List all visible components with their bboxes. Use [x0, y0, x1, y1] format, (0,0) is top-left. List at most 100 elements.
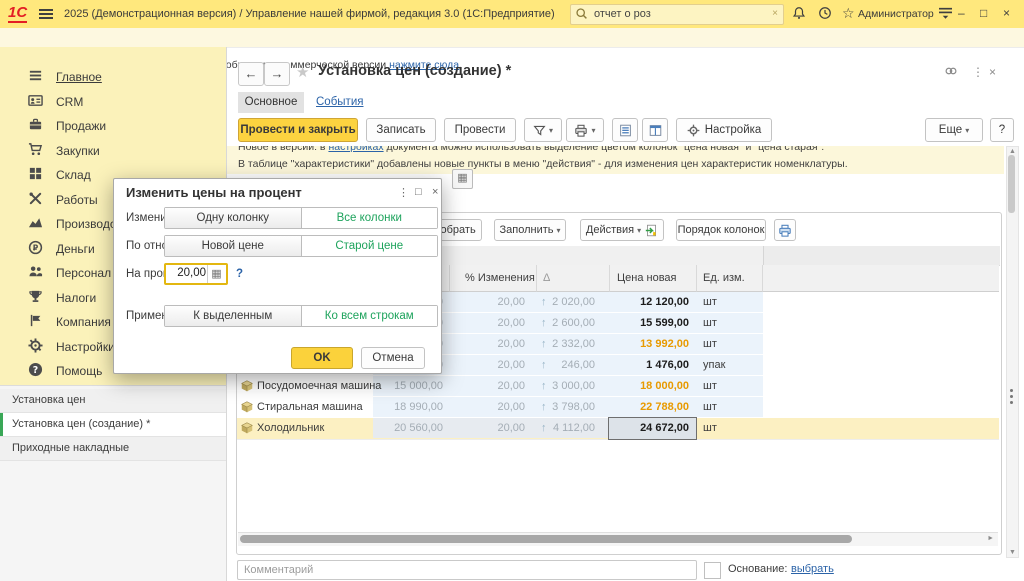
comment-placeholder: Комментарий	[244, 564, 313, 576]
settings-icon	[28, 338, 44, 354]
percent-value: 20,00	[177, 267, 206, 279]
comment-input[interactable]: Комментарий	[237, 560, 697, 580]
cell-delta: 4 112,00	[537, 422, 595, 434]
sidebar-item-label: Настройки	[56, 340, 115, 354]
settings-button[interactable]: Настройка	[676, 118, 772, 142]
window-close-button[interactable]: ×	[1003, 6, 1010, 20]
cell-new-price: 18 000,00	[610, 380, 689, 392]
vscroll-down-arrow[interactable]: ▼	[1008, 549, 1017, 556]
favorites-star-icon[interactable]: ☆	[842, 5, 855, 22]
info-settings-link[interactable]: настройках	[328, 146, 383, 153]
open-window-item[interactable]: Установка цен (создание) *	[0, 413, 226, 437]
window-minimize-button[interactable]: –	[958, 6, 965, 20]
open-window-item[interactable]: Установка цен	[0, 389, 226, 413]
cell-nomenclature: Стиральная машина	[257, 401, 363, 413]
help-button[interactable]: ?	[990, 118, 1014, 142]
main-menu-icon[interactable]	[38, 7, 54, 21]
change-prices-icon	[645, 224, 658, 237]
dialog-close-icon[interactable]: ×	[432, 186, 438, 198]
basis-select-link[interactable]: выбрать	[791, 563, 834, 575]
forward-button[interactable]: →	[264, 62, 290, 86]
hscroll-thumb[interactable]	[240, 535, 852, 543]
open-window-item[interactable]: Приходные накладные	[0, 437, 226, 461]
more-button[interactable]: Еще▾	[925, 118, 983, 142]
search-clear-icon[interactable]: ×	[772, 8, 778, 19]
funnel-icon	[533, 124, 546, 137]
option-all-rows[interactable]: Ко всем строкам	[302, 306, 438, 326]
option-new-price[interactable]: Новой цене	[165, 236, 302, 256]
write-button[interactable]: Записать	[366, 118, 436, 142]
back-button[interactable]: ←	[238, 62, 264, 86]
hscroll-right-arrow[interactable]: ►	[987, 535, 994, 542]
sidebar-item-purchases[interactable]: Закупки	[0, 140, 226, 164]
open-window-label: Установка цен	[12, 394, 85, 406]
open-related-button[interactable]	[642, 118, 668, 142]
option-old-price[interactable]: Старой цене	[302, 236, 438, 256]
post-and-close-button[interactable]: Провести и закрыть	[238, 118, 358, 142]
option-one-column[interactable]: Одну колонку	[165, 208, 302, 228]
favorite-star-icon[interactable]: ★	[296, 63, 309, 81]
cell-delta: 2 600,00	[537, 317, 595, 329]
current-user[interactable]: Администратор	[858, 8, 934, 20]
cell-unit: шт	[703, 317, 717, 329]
logo-1c: 1С	[8, 4, 27, 23]
form-vertical-scrollbar[interactable]: ▲ ▼	[1006, 146, 1019, 558]
actions-dropdown-button[interactable]: Действия▾	[580, 219, 664, 241]
notifications-bell-icon[interactable]	[792, 6, 806, 20]
calculator-icon[interactable]: ▦	[207, 265, 225, 283]
tab-main[interactable]: Основное	[238, 92, 304, 113]
cell-new-price: 15 599,00	[610, 317, 689, 329]
percent-help-link[interactable]: ?	[236, 268, 243, 280]
dialog-maximize-icon[interactable]: □	[415, 186, 422, 198]
basis-expand-box[interactable]	[704, 562, 721, 579]
sidebar-item-label: Налоги	[56, 291, 96, 305]
sales-icon	[28, 117, 44, 133]
ok-button[interactable]: OK	[291, 347, 353, 369]
change-prices-dialog: Изменить цены на процент ⋮ □ × Изменить:…	[113, 178, 442, 374]
post-button[interactable]: Провести	[444, 118, 516, 142]
option-selected-rows[interactable]: К выделенным	[165, 306, 302, 326]
cancel-button[interactable]: Отмена	[361, 347, 425, 369]
staff-icon	[28, 264, 44, 280]
column-header-pct-change[interactable]: % Изменения	[450, 265, 537, 292]
svg-text:P: P	[33, 243, 39, 252]
list-icon	[619, 124, 632, 137]
history-icon[interactable]	[818, 6, 832, 20]
titlebar: 1С 2025 (Демонстрационная версия) / Упра…	[0, 0, 1024, 29]
table-row[interactable]: Стиральная машина18 990,0020,00↑3 798,00…	[237, 397, 999, 419]
print-dropdown-button[interactable]: ▾	[566, 118, 604, 142]
tab-events[interactable]: События	[316, 92, 363, 113]
form-close-icon[interactable]: ×	[989, 65, 996, 79]
window-maximize-button[interactable]: □	[980, 6, 987, 20]
service-menu-icon[interactable]	[938, 6, 953, 19]
get-link-icon[interactable]	[944, 65, 958, 77]
sidebar-item-label: Персонал	[56, 266, 111, 280]
sidebar-item-sales[interactable]: Продажи	[0, 115, 226, 139]
report-structure-button[interactable]	[612, 118, 638, 142]
table-row[interactable]: Посудомоечная машина15 000,0020,00↑3 000…	[237, 376, 999, 398]
vscroll-thumb[interactable]	[1008, 155, 1015, 213]
sidebar-item-label: Главное	[56, 70, 102, 84]
global-search-input[interactable]: отчет о роз ×	[570, 4, 784, 25]
sidebar-item-main[interactable]: Главное	[0, 66, 226, 90]
table-horizontal-scrollbar[interactable]: ►	[238, 532, 998, 546]
form-more-icon[interactable]: ⋮	[972, 65, 984, 79]
toggle-change-scope: Одну колонку Все колонки	[164, 207, 438, 229]
sidebar-item-label: Компания	[56, 315, 111, 329]
percent-input[interactable]: 20,00 ▦	[164, 263, 228, 285]
print-list-button[interactable]	[774, 219, 796, 241]
sidebar-item-crm[interactable]: CRM	[0, 91, 226, 115]
fill-dropdown-button[interactable]: Заполнить▾	[494, 219, 566, 241]
vscroll-up-arrow[interactable]: ▲	[1008, 148, 1017, 155]
column-header-delta[interactable]: Δ	[537, 265, 610, 292]
column-header-unit[interactable]: Ед. изм.	[697, 265, 763, 292]
column-order-button[interactable]: Порядок колонок	[676, 219, 766, 241]
filter-dropdown-button[interactable]: ▾	[524, 118, 562, 142]
option-all-columns[interactable]: Все колонки	[302, 208, 438, 228]
gear-icon	[687, 124, 700, 137]
search-icon	[575, 7, 588, 20]
dialog-more-icon[interactable]: ⋮	[398, 186, 409, 199]
column-header-new-price[interactable]: Цена новая	[610, 265, 697, 292]
table-row[interactable]: Холодильник20 560,0020,00↑4 112,0024 672…	[237, 418, 999, 440]
date-calendar-button[interactable]: ▦	[452, 169, 473, 189]
